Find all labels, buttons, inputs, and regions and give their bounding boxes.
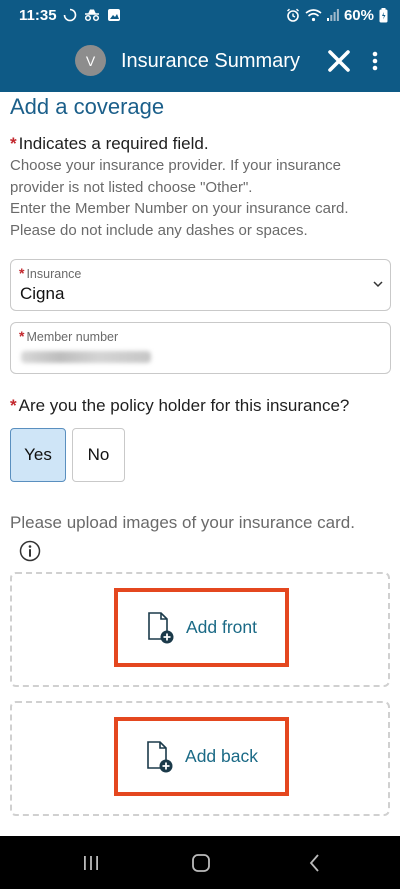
member-number-redacted	[21, 351, 151, 363]
alarm-icon	[286, 8, 300, 22]
info-icon[interactable]	[19, 540, 41, 562]
page-title: Insurance Summary	[121, 50, 300, 72]
required-star: *	[19, 265, 25, 281]
more-vertical-icon	[372, 51, 378, 71]
member-number-label: * Member number	[19, 328, 118, 344]
status-bar: 11:35 60%	[0, 0, 400, 30]
insurance-label: * Insurance	[19, 265, 81, 281]
front-image-dropzone: Add front	[10, 572, 390, 687]
policy-no-button[interactable]: No	[72, 428, 125, 482]
sync-icon	[63, 8, 77, 22]
status-left: 11:35	[19, 7, 121, 24]
upload-prompt: Please upload images of your insurance c…	[10, 513, 355, 532]
signal-icon	[326, 8, 339, 22]
section-title: Add a coverage	[10, 94, 165, 119]
helper-text: Choose your insurance provider. If your …	[10, 155, 395, 241]
document-add-icon	[148, 611, 174, 643]
helper-line: Please do not include any dashes or spac…	[10, 221, 308, 239]
required-star: *	[10, 396, 17, 415]
policy-question-text: Are you the policy holder for this insur…	[18, 396, 350, 415]
system-nav-bar	[0, 836, 400, 889]
member-number-label-text: Member number	[26, 330, 119, 344]
add-front-button[interactable]: Add front	[114, 588, 289, 667]
policy-yes-button[interactable]: Yes	[10, 428, 66, 482]
insurance-select[interactable]: * Insurance Cigna	[10, 259, 391, 311]
image-icon	[107, 8, 121, 22]
more-options-button[interactable]	[367, 47, 383, 75]
helper-line: provider is not listed choose "Other".	[10, 178, 253, 196]
required-note: * Indicates a required field.	[10, 134, 209, 154]
insurance-label-text: Insurance	[26, 267, 82, 281]
helper-line: Enter the Member Number on your insuranc…	[10, 200, 349, 217]
avatar[interactable]: V	[75, 45, 106, 76]
required-star: *	[19, 328, 25, 344]
helper-line: Choose your insurance provider. If your …	[10, 157, 342, 174]
back-chevron-icon	[309, 854, 319, 872]
chevron-down-icon	[373, 281, 383, 288]
add-back-label: Add back	[185, 746, 258, 766]
battery-percent: 60%	[343, 6, 374, 24]
recent-apps-icon	[84, 856, 98, 870]
close-button[interactable]	[325, 47, 353, 75]
incognito-icon	[83, 8, 101, 22]
home-icon	[192, 854, 210, 872]
recent-apps-button[interactable]	[79, 852, 103, 874]
add-back-button[interactable]: Add back	[114, 717, 289, 796]
app-bar: V Insurance Summary	[0, 30, 400, 92]
battery-icon	[379, 7, 388, 23]
home-button[interactable]	[189, 852, 213, 874]
member-number-field[interactable]: * Member number	[10, 322, 391, 374]
screen: 11:35 60% V Insurance Summary Add a cove…	[0, 0, 400, 889]
back-button[interactable]	[303, 852, 327, 874]
insurance-value: Cigna	[20, 284, 65, 303]
required-star: *	[10, 134, 17, 153]
add-front-label: Add front	[185, 617, 258, 637]
wifi-icon	[305, 8, 322, 22]
policy-holder-question: * Are you the policy holder for this insu…	[10, 396, 349, 416]
form-content: Add a coverage * Indicates a required fie…	[0, 92, 400, 836]
status-right: 60%	[286, 7, 388, 24]
back-image-dropzone: Add back	[10, 701, 390, 816]
required-note-text: Indicates a required field.	[18, 134, 209, 153]
document-add-icon	[147, 740, 173, 772]
close-icon	[328, 50, 350, 72]
status-time: 11:35	[19, 6, 57, 24]
